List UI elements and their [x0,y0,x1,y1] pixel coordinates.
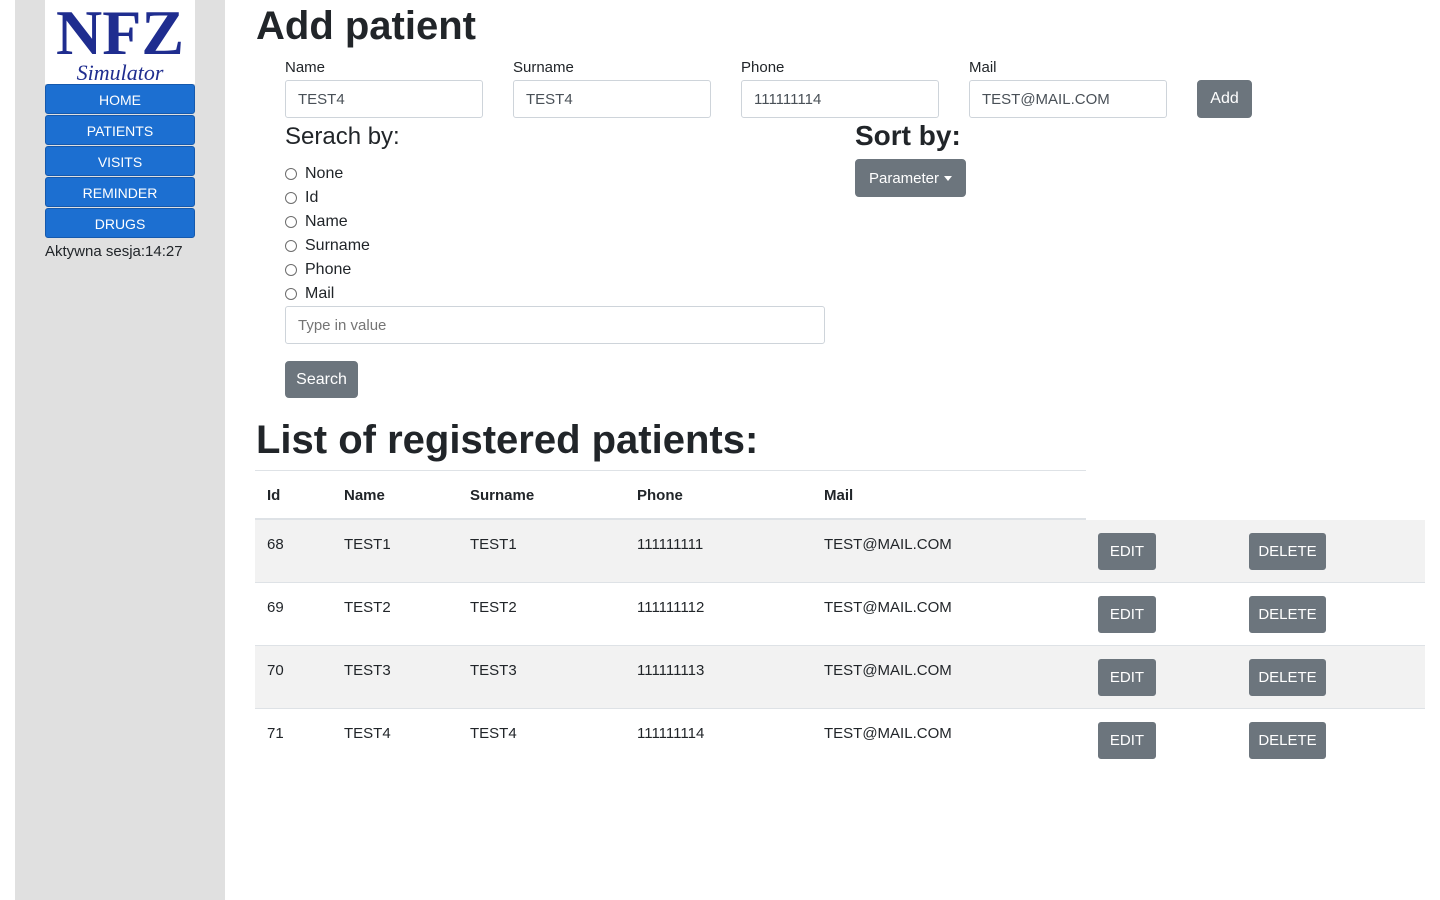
column-header-id: Id [267,487,281,504]
session-timer: Aktywna sesja:14:27 [45,243,183,260]
session-label: Aktywna sesja: [45,243,146,260]
edit-button[interactable]: EDIT [1098,533,1156,570]
nav-visits-button[interactable]: VISITS [45,146,195,176]
phone-input[interactable] [741,80,939,118]
delete-button[interactable]: DELETE [1249,722,1326,759]
cell-surname: TEST3 [470,662,517,679]
main-nav: HOME PATIENTS VISITS REMINDER DRUGS [45,84,195,239]
cell-mail: TEST@MAIL.COM [824,536,952,553]
table-row: 71 TEST4 TEST4 111111114 TEST@MAIL.COM E… [255,709,1425,772]
logo-main-text: NFZ [56,0,184,68]
table-row: 69 TEST2 TEST2 111111112 TEST@MAIL.COM E… [255,583,1425,646]
radio-icon[interactable] [285,192,297,204]
delete-button[interactable]: DELETE [1249,533,1326,570]
cell-id: 71 [267,725,284,742]
radio-icon[interactable] [285,168,297,180]
nav-patients-button[interactable]: PATIENTS [45,115,195,145]
delete-button[interactable]: DELETE [1249,659,1326,696]
column-header-name: Name [344,487,385,504]
cell-surname: TEST2 [470,599,517,616]
name-label: Name [285,59,326,76]
radio-label: Mail [305,285,335,302]
cell-surname: TEST4 [470,725,517,742]
nav-home-button[interactable]: HOME [45,84,195,114]
search-option-none[interactable]: None [285,164,343,184]
radio-label: Surname [305,237,370,254]
cell-surname: TEST1 [470,536,517,553]
dropdown-label: Parameter [868,169,940,187]
radio-icon[interactable] [285,216,297,228]
radio-icon[interactable] [285,240,297,252]
nav-drugs-button[interactable]: DRUGS [45,208,195,238]
cell-name: TEST3 [344,662,391,679]
nav-reminder-button[interactable]: REMINDER [45,177,195,207]
mail-label: Mail [969,59,997,76]
name-input[interactable] [285,80,483,118]
search-option-mail[interactable]: Mail [285,284,334,304]
radio-label: None [305,165,344,182]
cell-id: 69 [267,599,284,616]
column-header-phone: Phone [637,487,683,504]
cell-phone: 111111113 [637,662,705,679]
search-option-phone[interactable]: Phone [285,260,351,280]
add-button[interactable]: Add [1197,80,1252,118]
cell-phone: 111111114 [637,725,705,742]
search-by-title: Serach by: [285,123,400,150]
edit-button[interactable]: EDIT [1098,722,1156,759]
edit-button[interactable]: EDIT [1098,596,1156,633]
phone-label: Phone [741,59,785,76]
cell-name: TEST4 [344,725,391,742]
cell-id: 68 [267,536,284,553]
cell-name: TEST2 [344,599,391,616]
cell-phone: 111111112 [637,599,705,616]
table-row: 68 TEST1 TEST1 111111111 TEST@MAIL.COM E… [255,520,1425,583]
radio-icon[interactable] [285,264,297,276]
nfz-logo[interactable]: NFZ Simulator [45,0,195,84]
table-row: 70 TEST3 TEST3 111111113 TEST@MAIL.COM E… [255,646,1425,709]
radio-label: Id [305,189,319,206]
search-button[interactable]: Search [285,361,358,398]
caret-down-icon [944,175,953,181]
logo-sub-text: Simulator [77,60,164,84]
cell-id: 70 [267,662,284,679]
sidebar: NFZ Simulator HOME PATIENTS VISITS REMIN… [15,0,225,900]
add-patient-title: Add patient [256,4,476,48]
cell-mail: TEST@MAIL.COM [824,662,952,679]
surname-input[interactable] [513,80,711,118]
column-header-surname: Surname [470,487,535,504]
search-option-surname[interactable]: Surname [285,236,370,256]
delete-button[interactable]: DELETE [1249,596,1326,633]
session-time: 14:27 [145,243,183,260]
sort-parameter-dropdown[interactable]: Parameter [855,159,966,197]
cell-name: TEST1 [344,536,391,553]
cell-mail: TEST@MAIL.COM [824,725,952,742]
search-value-input[interactable] [285,306,825,344]
mail-input[interactable] [969,80,1167,118]
surname-label: Surname [513,59,574,76]
edit-button[interactable]: EDIT [1098,659,1156,696]
search-option-id[interactable]: Id [285,188,318,208]
cell-mail: TEST@MAIL.COM [824,599,952,616]
table-header: Id Name Surname Phone Mail [255,470,1086,520]
column-header-mail: Mail [824,487,854,504]
search-option-name[interactable]: Name [285,212,348,232]
patient-list-title: List of registered patients: [256,418,759,462]
cell-phone: 111111111 [637,536,704,553]
radio-icon[interactable] [285,288,297,300]
sort-by-title: Sort by: [855,120,961,151]
radio-label: Name [305,213,348,230]
logo-image: NFZ Simulator [56,0,184,84]
radio-label: Phone [305,261,352,278]
